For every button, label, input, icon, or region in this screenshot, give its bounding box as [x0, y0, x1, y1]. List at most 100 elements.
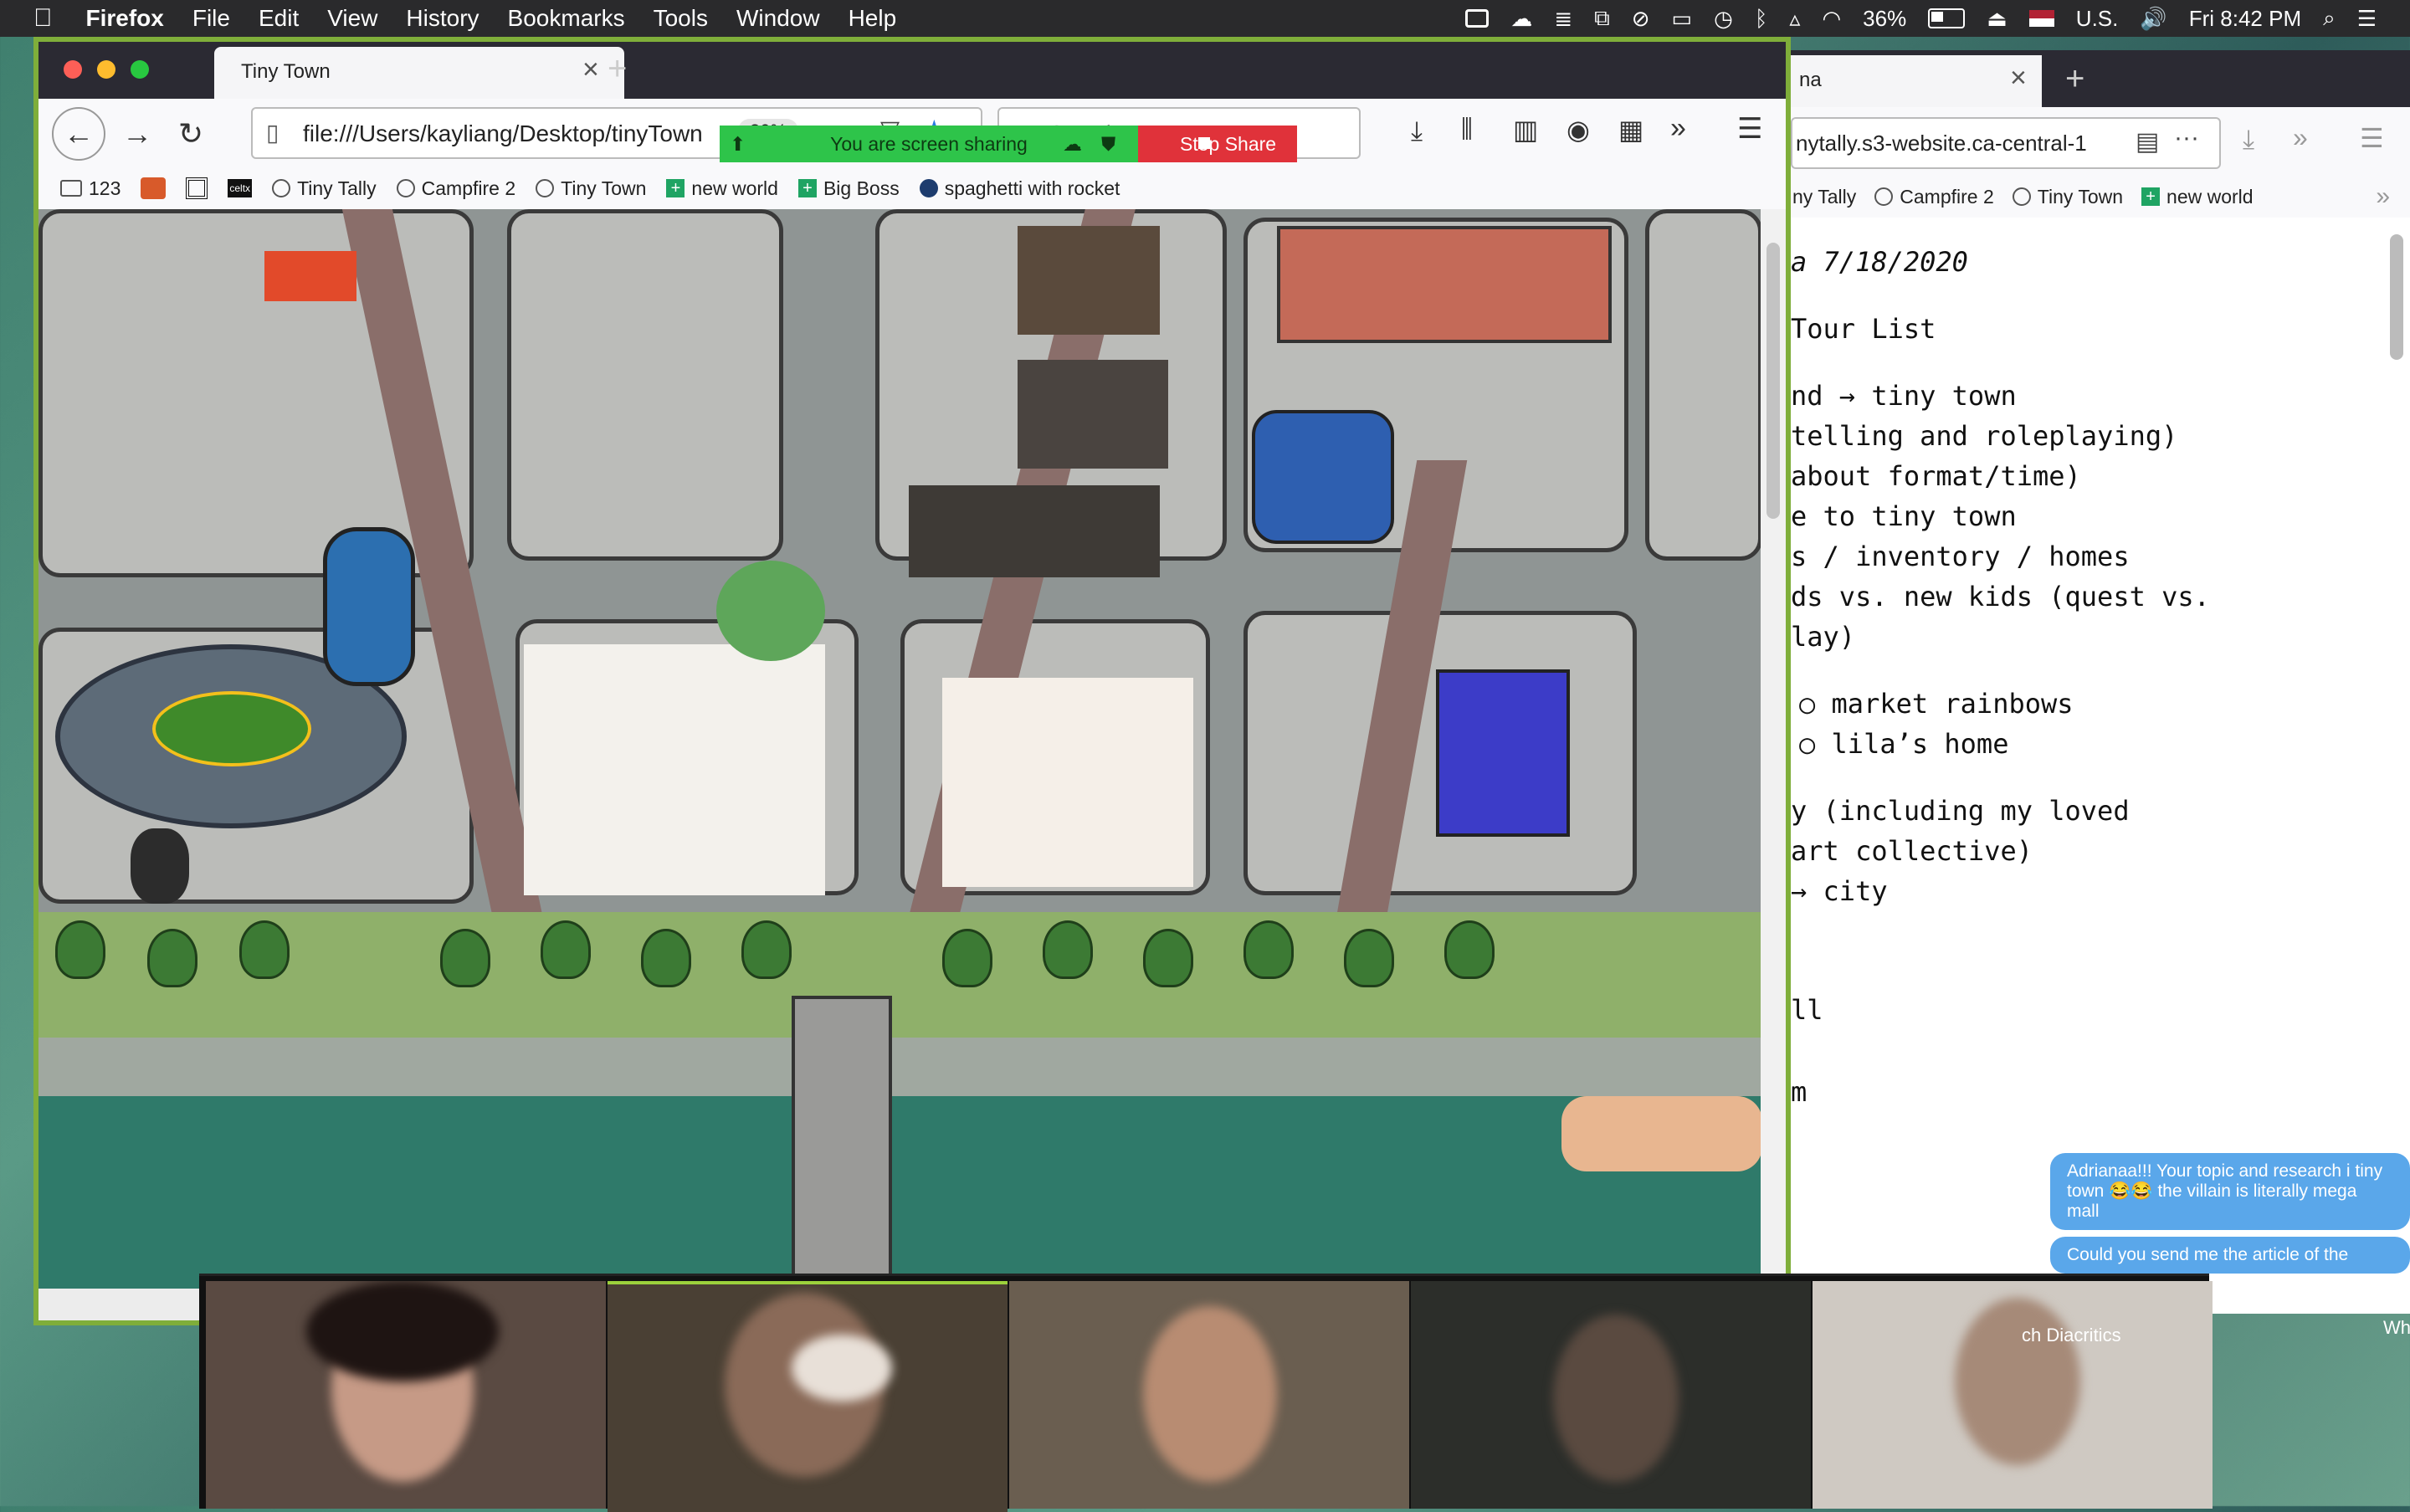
doc-line: ○ lila’s home [1799, 728, 2009, 760]
bookmark-tiny-tally[interactable]: ny Tally [1792, 186, 1856, 208]
bookmark-icon-face[interactable] [141, 177, 167, 199]
battery-icon[interactable] [1928, 8, 1966, 28]
menu-window[interactable]: Window [736, 5, 820, 32]
overflow-chevron-icon[interactable]: » [1670, 112, 1686, 145]
bookmark-label: spaghetti with rocket [944, 177, 1120, 199]
scrollbar-thumb[interactable] [2390, 234, 2403, 360]
bookmark-icon-square[interactable] [186, 177, 208, 199]
participant-video[interactable] [1411, 1281, 1811, 1509]
screen-share-icon[interactable]: ⧉ [1594, 5, 1610, 32]
reader-view-icon[interactable]: ▤ [2136, 127, 2159, 156]
app-menu-firefox[interactable]: Firefox [86, 5, 164, 32]
participant-video[interactable] [206, 1281, 606, 1509]
new-tab-icon[interactable]: + [2065, 60, 2084, 98]
participant-video[interactable] [608, 1281, 1008, 1512]
forward-button[interactable]: → [110, 107, 164, 161]
tree-sprite[interactable] [716, 561, 825, 661]
menu-tools[interactable]: Tools [654, 5, 708, 32]
airplay-icon[interactable]: ▵ [1789, 6, 1800, 32]
menu-view[interactable]: View [327, 5, 377, 32]
apple-menu-icon[interactable]:  [33, 4, 53, 33]
wifi-icon[interactable]: ◠ [1822, 6, 1841, 32]
stop-share-button[interactable]: Stop Share [1138, 126, 1297, 162]
tiny-town-map[interactable] [38, 209, 1761, 1289]
input-source-label[interactable]: U.S. [2076, 6, 2119, 32]
apartment-sprite[interactable] [1436, 669, 1570, 837]
bookmark-new-world[interactable]: + new world [2141, 186, 2254, 208]
bookmark-tiny-town[interactable]: Tiny Town [2012, 186, 2123, 208]
cyclist-sprite[interactable] [131, 828, 189, 904]
back-button[interactable]: ← [52, 107, 105, 161]
time-machine-icon[interactable]: ◷ [1714, 6, 1733, 32]
lantern-house-sprite[interactable] [1561, 1096, 1761, 1171]
kids-drawing-sprite[interactable] [942, 678, 1193, 887]
bookmark-tiny-town[interactable]: Tiny Town [536, 177, 646, 200]
more-actions-icon[interactable]: ··· [2174, 124, 2199, 152]
library-icon[interactable]: ⫼ [1461, 115, 1473, 144]
bluetooth-icon[interactable]: ᛒ [1755, 6, 1768, 32]
volume-icon[interactable]: 🔊 [2140, 6, 2166, 32]
clock[interactable]: Fri 8:42 PM [2189, 6, 2301, 32]
doc-line: m [1791, 1076, 1808, 1108]
browser-tab[interactable]: Tiny Town × [214, 47, 624, 99]
notification-center-icon[interactable]: ☰ [2357, 6, 2377, 32]
url-bar[interactable]: nytally.s3-website.ca-central-1 ▤ ··· [1791, 117, 2221, 169]
browser-tab[interactable]: na × [1791, 55, 2042, 107]
river [38, 1096, 1761, 1289]
square-logo-icon [186, 177, 208, 199]
hamburger-menu-icon[interactable]: ☰ [2360, 122, 2384, 154]
reload-button[interactable]: ↻ [164, 107, 218, 161]
barn-photo-sprite[interactable] [1018, 226, 1160, 335]
menu-edit[interactable]: Edit [259, 5, 299, 32]
close-tab-icon[interactable]: × [2010, 62, 2027, 95]
sheets-icon: + [797, 179, 817, 197]
zoom-status-icon[interactable] [1465, 9, 1490, 28]
display-icon[interactable]: ▭ [1672, 6, 1693, 32]
close-tab-icon[interactable]: × [582, 54, 599, 86]
bookmark-spaghetti-with-rocket[interactable]: spaghetti with rocket [919, 177, 1120, 200]
bookmark-tiny-tally[interactable]: Tiny Tally [272, 177, 377, 200]
bookmark-big-boss[interactable]: + Big Boss [797, 177, 900, 200]
page-info-icon[interactable]: ▯ [266, 119, 279, 146]
extension-icon[interactable]: ▦ [1618, 114, 1643, 146]
bookmark-campfire-2[interactable]: Campfire 2 [396, 177, 515, 200]
bridge-sprite[interactable] [792, 996, 892, 1289]
participant-video[interactable]: ch Diacritics [1813, 1281, 2213, 1509]
barn-photo-sprite[interactable] [909, 485, 1160, 577]
tree [147, 929, 197, 987]
menu-file[interactable]: File [192, 5, 230, 32]
barn-photo-sprite[interactable] [1018, 360, 1168, 469]
bookmark-new-world[interactable]: + new world [666, 177, 778, 200]
tower-sprite[interactable] [323, 527, 415, 686]
stack-icon[interactable]: ≣ [1554, 6, 1572, 32]
menu-help[interactable]: Help [849, 5, 897, 32]
overflow-chevron-icon[interactable]: » [2293, 122, 2308, 153]
bookmark-campfire-2[interactable]: Campfire 2 [1874, 186, 1994, 208]
vertical-scrollbar[interactable] [1761, 209, 1786, 1289]
hamburger-menu-icon[interactable]: ☰ [1737, 112, 1762, 146]
zoom-window-button[interactable] [131, 60, 149, 79]
tent-drawing-sprite[interactable] [524, 644, 825, 895]
minimize-window-button[interactable] [97, 60, 115, 79]
account-icon[interactable]: ◉ [1566, 114, 1590, 146]
downloads-icon[interactable]: ⤓ [1411, 115, 1423, 147]
downloads-icon[interactable]: ⤓ [2243, 124, 2254, 156]
bookmarks-overflow-icon[interactable]: » [2376, 182, 2390, 211]
do-not-disturb-icon[interactable]: ⊘ [1632, 6, 1650, 32]
sidebar-icon[interactable]: ▥ [1513, 114, 1538, 146]
bookmark-celtx[interactable]: celtx [228, 179, 253, 197]
close-window-button[interactable] [64, 60, 82, 79]
cloud-status-icon[interactable]: ☁ [1510, 6, 1532, 32]
participant-video[interactable] [1009, 1281, 1409, 1509]
mansion-sprite[interactable] [1277, 226, 1612, 343]
spotlight-search-icon[interactable]: ⌕ [2323, 5, 2336, 32]
bookmark-folder-123[interactable]: 123 [60, 177, 120, 200]
scrollbar-thumb[interactable] [1766, 243, 1780, 519]
couch-sprite[interactable] [264, 251, 356, 301]
menu-bookmarks[interactable]: Bookmarks [508, 5, 625, 32]
eject-icon[interactable]: ⏏ [1987, 6, 2007, 32]
blue-house-sprite[interactable] [1252, 410, 1394, 544]
menu-history[interactable]: History [406, 5, 479, 32]
battery-percent[interactable]: 36% [1863, 6, 1906, 32]
new-tab-icon[interactable]: + [608, 50, 627, 88]
